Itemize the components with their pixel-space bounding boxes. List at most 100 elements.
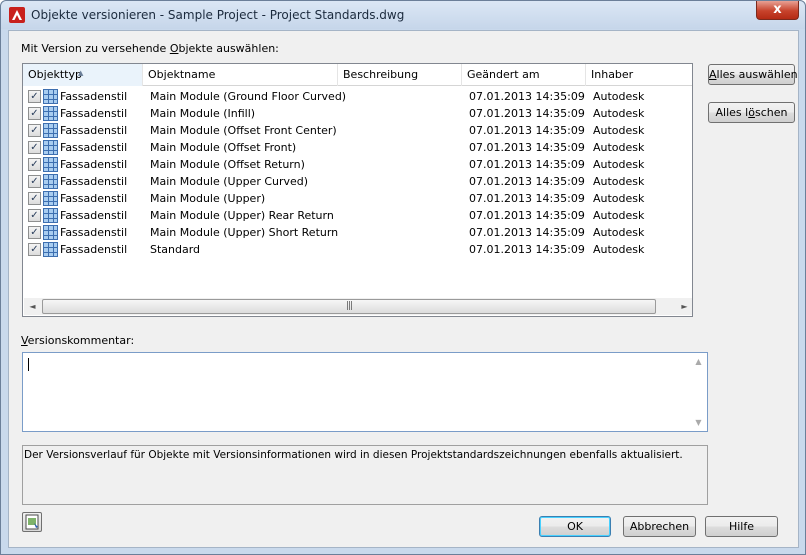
header-inhaber[interactable]: Inhaber — [586, 64, 692, 86]
dialog-window: Objekte versionieren - Sample Project - … — [0, 0, 806, 555]
row-checkbox[interactable]: ✓ — [28, 124, 41, 137]
cell-type: Fassadenstil — [60, 107, 128, 120]
cell-name: Main Module (Upper) Short Return — [150, 226, 339, 239]
title-bar[interactable]: Objekte versionieren - Sample Project - … — [1, 1, 805, 29]
scroll-right-icon[interactable]: ► — [676, 298, 692, 315]
curtain-wall-style-icon — [43, 225, 58, 240]
cell-name: Main Module (Upper) — [150, 192, 266, 205]
horizontal-scrollbar[interactable]: ◄ ||| ► — [24, 298, 692, 315]
cell-owner: Autodesk — [593, 124, 645, 137]
cancel-button[interactable]: Abbrechen — [623, 516, 696, 537]
ok-button[interactable]: OK — [539, 516, 611, 537]
preview-icon — [25, 514, 39, 530]
curtain-wall-style-icon — [43, 89, 58, 104]
row-checkbox[interactable]: ✓ — [28, 209, 41, 222]
cell-type: Fassadenstil — [60, 158, 128, 171]
objects-list[interactable]: Objekttyp ▲ Objektname Beschreibung Geän… — [22, 63, 693, 317]
row-checkbox[interactable]: ✓ — [28, 107, 41, 120]
header-beschreibung[interactable]: Beschreibung — [338, 64, 462, 86]
header-objektname[interactable]: Objektname — [143, 64, 338, 86]
cell-modified: 07.01.2013 14:35:09 — [469, 90, 585, 103]
row-checkbox[interactable]: ✓ — [28, 243, 41, 256]
scroll-down-icon[interactable]: ▼ — [690, 414, 707, 431]
cell-modified: 07.01.2013 14:35:09 — [469, 158, 585, 171]
cell-owner: Autodesk — [593, 141, 645, 154]
curtain-wall-style-icon — [43, 140, 58, 155]
curtain-wall-style-icon — [43, 106, 58, 121]
cell-owner: Autodesk — [593, 175, 645, 188]
cell-owner: Autodesk — [593, 226, 645, 239]
row-checkbox[interactable]: ✓ — [28, 141, 41, 154]
curtain-wall-style-icon — [43, 242, 58, 257]
scroll-up-icon[interactable]: ▲ — [690, 353, 707, 370]
cell-name: Main Module (Infill) — [150, 107, 256, 120]
table-row[interactable]: ✓ Fassadenstil Main Module (Upper) Short R… — [23, 224, 692, 241]
cell-modified: 07.01.2013 14:35:09 — [469, 107, 585, 120]
row-checkbox[interactable]: ✓ — [28, 175, 41, 188]
curtain-wall-style-icon — [43, 123, 58, 138]
autocad-icon — [9, 7, 25, 23]
clear-all-button[interactable]: Alles löschen — [708, 102, 795, 123]
row-checkbox[interactable]: ✓ — [28, 158, 41, 171]
scroll-left-icon[interactable]: ◄ — [24, 298, 41, 315]
cell-type: Fassadenstil — [60, 141, 128, 154]
cell-type: Fassadenstil — [60, 243, 128, 256]
info-box: Der Versionsverlauf für Objekte mit Vers… — [22, 445, 708, 505]
curtain-wall-style-icon — [43, 174, 58, 189]
cell-owner: Autodesk — [593, 158, 645, 171]
cell-owner: Autodesk — [593, 90, 645, 103]
curtain-wall-style-icon — [43, 208, 58, 223]
cell-modified: 07.01.2013 14:35:09 — [469, 209, 585, 222]
table-row[interactable]: ✓ Fassadenstil Main Module (Ground Floor C… — [23, 88, 692, 105]
list-header: Objekttyp ▲ Objektname Beschreibung Geän… — [23, 64, 692, 86]
cell-modified: 07.01.2013 14:35:09 — [469, 141, 585, 154]
cell-owner: Autodesk — [593, 209, 645, 222]
cell-name: Main Module (Offset Front Center) — [150, 124, 337, 137]
table-row[interactable]: ✓ Fassadenstil Main Module (Infill) 07.01.2… — [23, 105, 692, 122]
help-button[interactable]: Hilfe — [705, 516, 778, 537]
cell-type: Fassadenstil — [60, 226, 128, 239]
cell-modified: 07.01.2013 14:35:09 — [469, 124, 585, 137]
table-row[interactable]: ✓ Fassadenstil Main Module (Offset Return)… — [23, 156, 692, 173]
cell-name: Main Module (Upper Curved) — [150, 175, 309, 188]
cell-modified: 07.01.2013 14:35:09 — [469, 226, 585, 239]
cell-owner: Autodesk — [593, 192, 645, 205]
table-row[interactable]: ✓ Fassadenstil Main Module (Offset Front) 0… — [23, 139, 692, 156]
scroll-thumb[interactable]: ||| — [42, 299, 656, 314]
cell-name: Standard — [150, 243, 201, 256]
close-button[interactable]: x — [756, 1, 799, 20]
preview-button[interactable] — [22, 512, 42, 532]
sort-ascending-icon: ▲ — [78, 69, 84, 77]
text-caret — [28, 358, 29, 371]
row-checkbox[interactable]: ✓ — [28, 226, 41, 239]
cell-type: Fassadenstil — [60, 124, 128, 137]
cell-owner: Autodesk — [593, 243, 645, 256]
table-row[interactable]: ✓ Fassadenstil Main Module (Upper Curved) 0… — [23, 173, 692, 190]
cell-name: Main Module (Offset Return) — [150, 158, 305, 171]
select-all-button[interactable]: Alles auswählen — [708, 64, 798, 85]
cell-owner: Autodesk — [593, 107, 645, 120]
dialog-body: Mit Version zu versehende Objekte auswäh… — [8, 30, 799, 548]
window-title: Objekte versionieren - Sample Project - … — [31, 8, 405, 22]
table-row[interactable]: ✓ Fassadenstil Main Module (Upper) Rear Re… — [23, 207, 692, 224]
cell-name: Main Module (Offset Front) — [150, 141, 297, 154]
cell-type: Fassadenstil — [60, 192, 128, 205]
cell-modified: 07.01.2013 14:35:09 — [469, 175, 585, 188]
curtain-wall-style-icon — [43, 191, 58, 206]
info-text: Der Versionsverlauf für Objekte mit Vers… — [24, 449, 683, 461]
cell-type: Fassadenstil — [60, 90, 128, 103]
header-geaendert-am[interactable]: Geändert am — [462, 64, 586, 86]
cell-name: Main Module (Ground Floor Curved) — [150, 90, 347, 103]
cell-modified: 07.01.2013 14:35:09 — [469, 192, 585, 205]
header-objekttyp[interactable]: Objekttyp ▲ — [23, 64, 143, 86]
cell-name: Main Module (Upper) Rear Return — [150, 209, 334, 222]
comment-vertical-scrollbar[interactable]: ▲ ▼ — [690, 353, 707, 431]
row-checkbox[interactable]: ✓ — [28, 90, 41, 103]
version-comment-input[interactable]: ▲ ▼ — [22, 352, 708, 432]
table-row[interactable]: ✓ Fassadenstil Main Module (Upper) 07.01.20… — [23, 190, 692, 207]
select-objects-label: Mit Version zu versehende Objekte auswäh… — [21, 42, 279, 55]
table-row[interactable]: ✓ Fassadenstil Standard 07.01.2013 14:35:09… — [23, 241, 692, 258]
row-checkbox[interactable]: ✓ — [28, 192, 41, 205]
table-row[interactable]: ✓ Fassadenstil Main Module (Offset Front C… — [23, 122, 692, 139]
curtain-wall-style-icon — [43, 157, 58, 172]
